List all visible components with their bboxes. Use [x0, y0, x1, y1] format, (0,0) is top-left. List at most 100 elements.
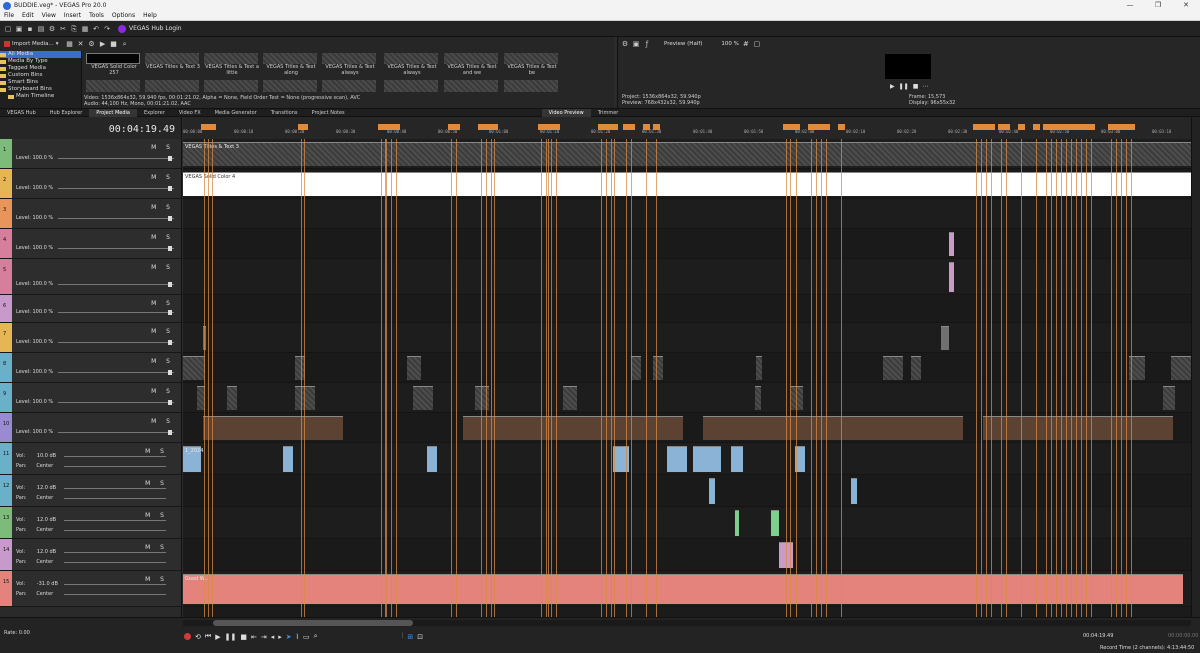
audio-track-header[interactable]: 12 M S Vol: 12.0 dB Pan: Center: [0, 475, 181, 507]
split-icon[interactable]: ⫶: [402, 632, 404, 641]
audio-track-header[interactable]: 14 M S Vol: 12.0 dB Pan: Center: [0, 539, 181, 571]
timeline-marker[interactable]: [611, 124, 618, 130]
video-event[interactable]: [1163, 386, 1175, 410]
audio-event[interactable]: [427, 446, 437, 472]
video-track-header[interactable]: 8 M S Level: 100.0 %: [0, 353, 181, 383]
render-icon[interactable]: ▤: [37, 25, 45, 33]
slider-knob[interactable]: [168, 216, 172, 221]
video-event[interactable]: [227, 386, 237, 410]
tree-item-smart-bins[interactable]: Smart Bins: [0, 79, 81, 86]
media-thumb-row2[interactable]: [504, 80, 558, 92]
play-icon[interactable]: ▶: [215, 633, 220, 641]
mute-solo-buttons[interactable]: M S: [151, 418, 174, 425]
tree-item-custom-bins[interactable]: Custom Bins: [0, 72, 81, 79]
close-icon[interactable]: ✕: [1172, 0, 1200, 11]
menu-file[interactable]: File: [0, 11, 18, 20]
mute-solo-buttons[interactable]: M S: [151, 234, 174, 241]
tab-video-preview[interactable]: Video Preview: [541, 108, 591, 117]
video-track-lane[interactable]: [183, 353, 1191, 383]
track-level-slider[interactable]: [58, 312, 174, 313]
tree-item-media-by-type[interactable]: Media By Type: [0, 58, 81, 65]
video-event[interactable]: [771, 510, 779, 536]
mute-solo-buttons[interactable]: M S: [151, 328, 174, 335]
media-thumb-row2[interactable]: [322, 80, 376, 92]
media-search-icon[interactable]: ⌕: [121, 40, 129, 48]
video-event[interactable]: [949, 232, 954, 256]
media-thumb[interactable]: VEGAS Titles & Text 3: [145, 53, 201, 73]
tree-item-main-timeline[interactable]: Main Timeline: [0, 93, 81, 100]
audio-event[interactable]: [709, 478, 715, 504]
tab-project-media[interactable]: Project Media: [89, 108, 137, 117]
video-track-header[interactable]: 3 M S Level: 100.0 %: [0, 199, 181, 229]
track-level-slider[interactable]: [58, 188, 174, 189]
media-stop-icon[interactable]: ■: [110, 40, 118, 48]
audio-event[interactable]: [851, 478, 857, 504]
selection-tool-icon[interactable]: ▭: [303, 633, 310, 641]
timeline-marker[interactable]: [393, 124, 400, 130]
video-track-header[interactable]: 9 M S Level: 100.0 %: [0, 383, 181, 413]
video-track-header[interactable]: 6 M S Level: 100.0 %: [0, 295, 181, 323]
playback-rate[interactable]: Rate: 0.00: [4, 630, 30, 636]
audio-event[interactable]: [693, 446, 721, 472]
play-from-start-icon[interactable]: ⏮: [205, 632, 211, 641]
timeline-marker[interactable]: [653, 124, 660, 130]
slider-knob[interactable]: [168, 186, 172, 191]
timeline-marker[interactable]: [301, 124, 308, 130]
video-event[interactable]: [791, 386, 803, 410]
audio-track-header[interactable]: 15 M S Vol: -31.0 dB Pan: Center: [0, 571, 181, 607]
track-level-slider[interactable]: [58, 402, 174, 403]
slider-knob[interactable]: [168, 400, 172, 405]
timeline-horizontal-scrollbar[interactable]: [183, 620, 1191, 626]
tree-item-storyboard-bins[interactable]: Storyboard Bins: [0, 86, 81, 93]
timeline-marker[interactable]: [838, 124, 845, 130]
cut-icon[interactable]: ✂: [59, 25, 67, 33]
minimize-icon[interactable]: —: [1116, 0, 1144, 11]
undo-icon[interactable]: ↶: [92, 25, 100, 33]
video-event[interactable]: [983, 416, 1173, 440]
loop-icon[interactable]: ⟲: [195, 633, 201, 641]
menu-tools[interactable]: Tools: [85, 11, 108, 20]
volume-slider[interactable]: [64, 584, 166, 585]
video-event[interactable]: [949, 262, 954, 292]
video-event[interactable]: VEGAS Solid Color 4: [183, 172, 1191, 196]
media-thumb-row2[interactable]: [263, 80, 317, 92]
audio-track-lane[interactable]: [183, 539, 1191, 571]
video-event[interactable]: [653, 356, 663, 380]
zoom-tool-icon[interactable]: ⌕: [314, 632, 318, 641]
mute-solo-buttons[interactable]: M S: [145, 544, 168, 551]
video-event[interactable]: [407, 356, 421, 380]
timeline-marker[interactable]: [209, 124, 216, 130]
slider-knob[interactable]: [168, 246, 172, 251]
track-level-slider[interactable]: [58, 248, 174, 249]
media-thumb-row2[interactable]: [444, 80, 498, 92]
snapping-icon[interactable]: ⊞: [407, 633, 413, 641]
tab-explorer[interactable]: Explorer: [137, 109, 172, 117]
properties-icon[interactable]: ⚙: [48, 25, 56, 33]
video-track-header[interactable]: 7 M S Level: 100.0 %: [0, 323, 181, 353]
media-thumb[interactable]: VEGAS Titles & Text along: [263, 53, 319, 75]
slider-knob[interactable]: [168, 282, 172, 287]
audio-event[interactable]: Good W...: [183, 574, 1183, 604]
video-event[interactable]: [941, 326, 949, 350]
pan-slider[interactable]: [64, 562, 166, 563]
audio-track-lane[interactable]: [183, 443, 1191, 475]
tree-item-tagged-media[interactable]: Tagged Media: [0, 65, 81, 72]
volume-slider[interactable]: [64, 552, 166, 553]
timeline-marker[interactable]: [643, 124, 650, 130]
video-event[interactable]: [413, 386, 433, 410]
mute-solo-buttons[interactable]: M S: [145, 512, 168, 519]
mute-solo-buttons[interactable]: M S: [151, 174, 174, 181]
audio-event[interactable]: [283, 446, 293, 472]
save-icon[interactable]: ▪: [26, 25, 34, 33]
volume-slider[interactable]: [64, 488, 166, 489]
mute-solo-buttons[interactable]: M S: [151, 204, 174, 211]
pause-icon[interactable]: ❚❚: [899, 83, 909, 90]
import-media-button[interactable]: Import Media... ▾: [4, 41, 59, 47]
timeline-vertical-scrollbar[interactable]: [1191, 117, 1200, 617]
more-icon[interactable]: ⋯: [922, 83, 928, 90]
video-event[interactable]: [183, 356, 205, 380]
video-event[interactable]: [631, 356, 641, 380]
open-project-icon[interactable]: ▣: [15, 25, 23, 33]
volume-slider[interactable]: [64, 520, 166, 521]
paste-icon[interactable]: ▦: [81, 25, 89, 33]
